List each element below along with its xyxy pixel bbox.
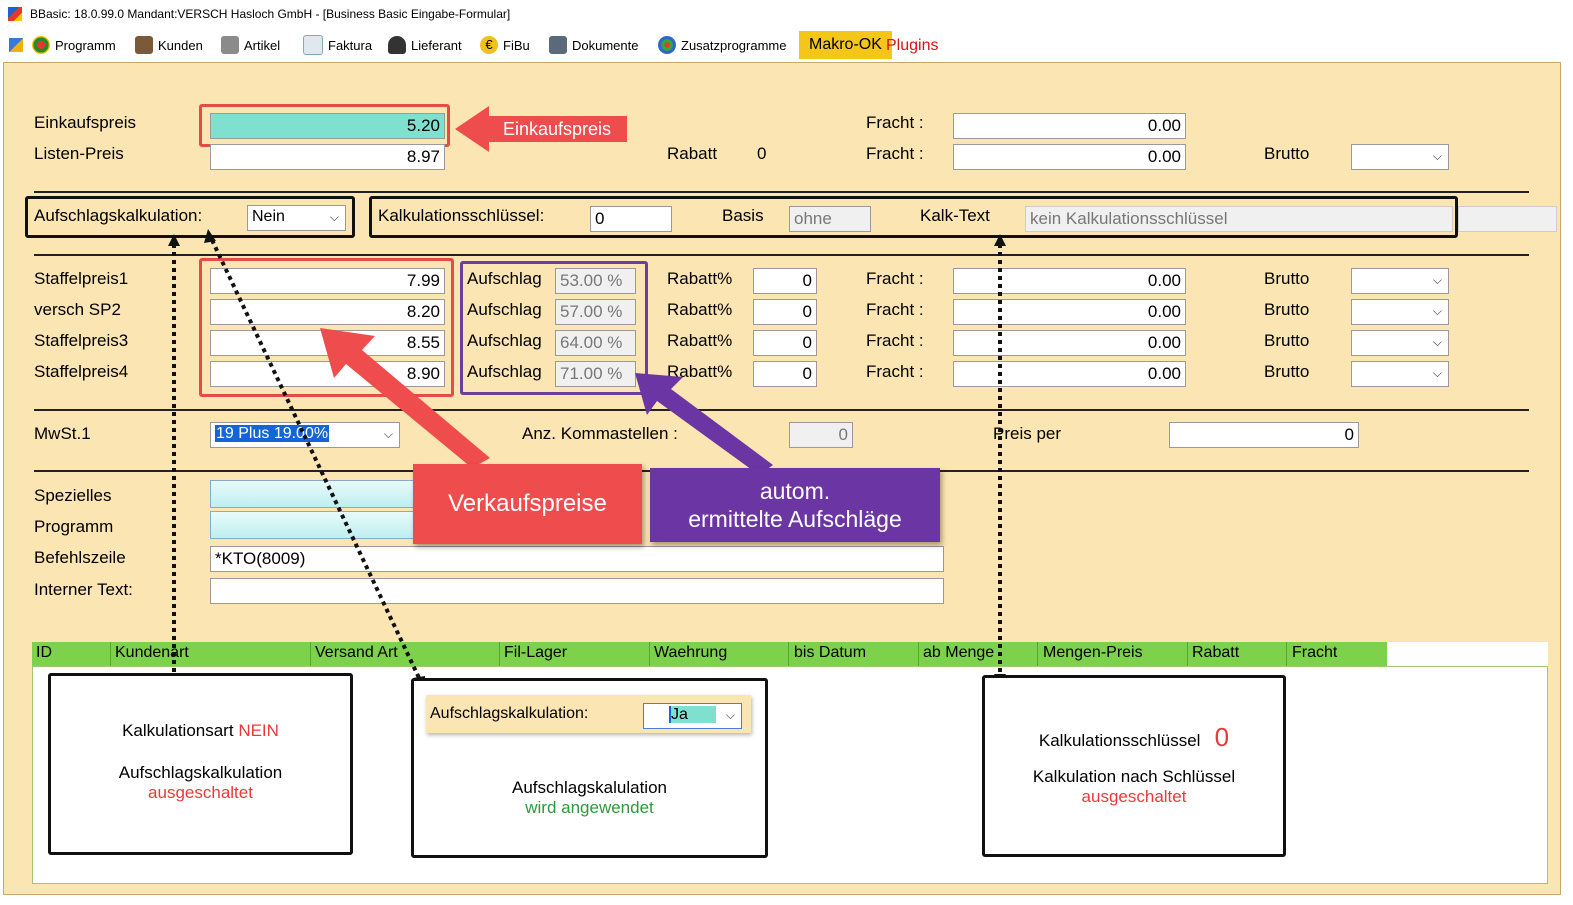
- info-mid-label: Aufschlagskalkulation:: [430, 705, 589, 722]
- arrowhead-up-icon: [168, 234, 180, 246]
- info-mid-form-snippet: Aufschlagskalkulation: Ja ⌵: [426, 695, 751, 733]
- info-left-line2: Aufschlagskalkulation: [118, 763, 283, 782]
- connector-middle: [210, 239, 422, 681]
- info-right-line3: ausgeschaltet: [1081, 787, 1187, 806]
- chevron-down-icon: ⌵: [725, 708, 735, 722]
- info-left-line1: Kalkulationsart NEIN: [51, 721, 350, 741]
- info-mid-select[interactable]: Ja ⌵: [643, 703, 742, 729]
- info-right-line1-text: Kalkulationsschlüssel: [1038, 731, 1201, 750]
- info-box-kalkulationsschluessel: Kalkulationsschlüssel 0 Kalkulation nach…: [982, 675, 1286, 857]
- info-right-flag: 0: [1214, 722, 1230, 752]
- info-mid-value: Ja: [669, 706, 716, 723]
- info-mid-line3: wird angewendet: [525, 798, 654, 817]
- info-box-aufschlagskalkulation: Aufschlagskalkulation: Ja ⌵ Aufschlagskal…: [411, 678, 768, 858]
- info-left-flag: NEIN: [238, 721, 279, 740]
- info-right-line1: Kalkulationsschlüssel 0: [985, 722, 1283, 753]
- arrowhead-up-icon: [204, 229, 216, 243]
- info-mid-line2: Aufschlagskalulation: [512, 778, 667, 797]
- info-box-kalkulationsart: Kalkulationsart NEIN Aufschlagskalkulati…: [48, 673, 353, 855]
- info-left-line1-text: Kalkulationsart: [122, 721, 234, 740]
- info-left-line3: ausgeschaltet: [148, 783, 253, 802]
- arrowhead-up-icon: [994, 234, 1006, 246]
- info-right-line2: Kalkulation nach Schlüssel: [1032, 767, 1236, 786]
